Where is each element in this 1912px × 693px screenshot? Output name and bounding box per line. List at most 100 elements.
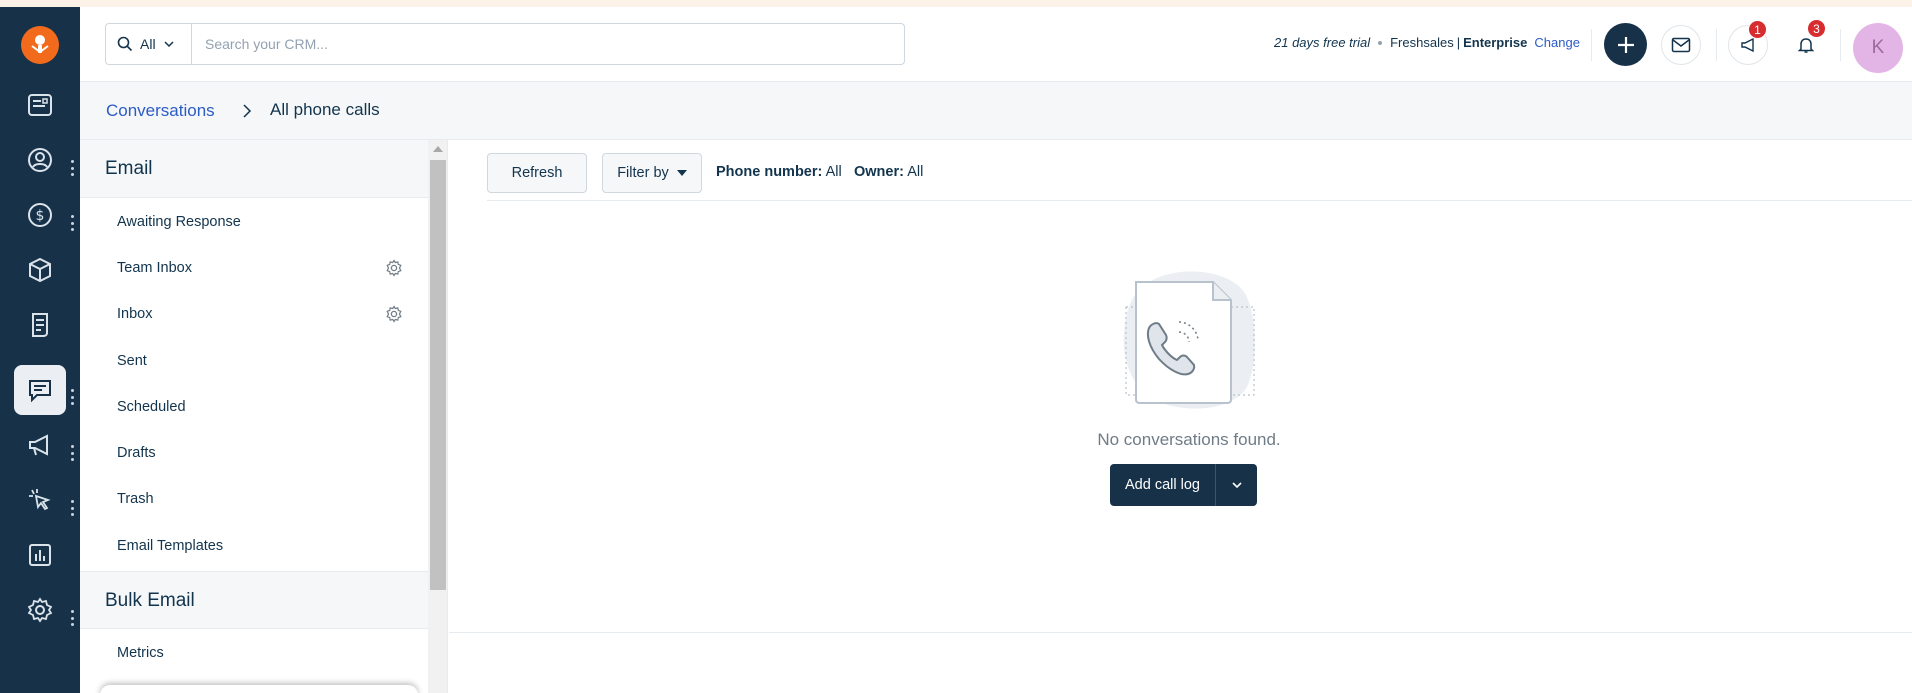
search-scope-label: All [140,36,156,52]
add-call-log-dropdown-toggle[interactable] [1216,464,1257,506]
main-content: Refresh Filter by Phone number: All Owne… [449,140,1912,693]
rail-more-automations[interactable] [70,500,74,516]
plan-separator: | [1456,35,1461,50]
breadcrumb-conversations-link[interactable]: Conversations [106,101,215,121]
header-divider [1591,29,1592,61]
sidebar-overflow-shadow [100,685,418,693]
sidebar-item-team-inbox[interactable]: Team Inbox [80,245,428,291]
search-icon [117,36,133,52]
sidebar-item-label: Team Inbox [117,260,192,276]
rail-item-contacts[interactable] [14,135,66,185]
box-icon [29,257,51,283]
chat-icon [29,380,51,403]
sidebar-item-inbox[interactable]: Inbox [80,291,428,337]
owner-filter: Owner: All [854,164,923,180]
mail-icon [1671,37,1691,53]
trial-info: 21 days free trial Freshsales | Enterpri… [1274,35,1580,50]
rail-item-deals[interactable]: $ [14,190,66,240]
rail-more-settings[interactable] [70,610,74,626]
add-call-log-split-button: Add call log [1110,464,1257,506]
document-icon [32,313,48,337]
rail-more-contacts[interactable] [70,160,74,176]
change-plan-link[interactable]: Change [1534,35,1580,50]
sidebar-item-label: Metrics [117,645,164,661]
plus-icon [1617,36,1634,53]
gear-icon[interactable] [385,259,403,277]
search-scope-dropdown[interactable]: All [106,24,192,64]
user-avatar[interactable]: K [1853,23,1903,73]
header-divider [1716,29,1717,61]
empty-state-message: No conversations found. [1097,430,1281,449]
trial-days-text: 21 days free trial [1274,35,1371,50]
rail-more-conversations[interactable] [70,389,74,405]
chevron-right-icon [243,104,252,118]
sidebar-item-label: Inbox [117,306,153,322]
sidebar-item-label: Drafts [117,445,156,461]
sidebar-item-label: Scheduled [117,399,186,415]
dollar-icon: $ [28,203,52,227]
email-section-title: Email [105,158,153,179]
rail-item-automations[interactable] [14,475,66,525]
empty-phone-calls-illustration [1123,271,1255,409]
chevron-down-icon [164,41,174,48]
gear-icon[interactable] [385,305,403,323]
sidebar-item-sent[interactable]: Sent [80,338,428,384]
gear-icon [27,597,53,623]
sidebar-item-label: Awaiting Response [117,214,241,230]
rail-item-settings[interactable] [14,585,66,635]
phone-number-filter-key: Phone number: [716,164,823,180]
sidebar-item-metrics[interactable]: Metrics [80,630,428,676]
sidebar-item-awaiting-response[interactable]: Awaiting Response [80,199,428,245]
sidebar-item-drafts[interactable]: Drafts [80,430,428,476]
contact-icon [28,148,52,172]
phone-number-filter: Phone number: All [716,164,842,180]
owner-filter-key: Owner: [854,164,904,180]
add-call-log-button[interactable]: Add call log [1110,464,1216,506]
breadcrumb: Conversations All phone calls [80,82,1912,140]
bell-icon [1797,38,1815,53]
sidebar-item-scheduled[interactable]: Scheduled [80,384,428,430]
email-section-header: Email [80,140,428,198]
global-search: All [105,23,905,65]
scrollbar-thumb[interactable] [430,160,446,590]
email-button[interactable] [1661,25,1701,65]
quick-add-button[interactable] [1604,23,1647,66]
conversations-sidebar: Email Awaiting Response Team Inbox Inbox… [80,140,428,693]
sidebar-scrollbar[interactable] [428,140,448,693]
sidebar-item-label: Trash [117,491,154,507]
rail-item-conversations[interactable] [14,365,66,415]
filter-by-label: Filter by [617,165,669,181]
refresh-button[interactable]: Refresh [487,153,587,193]
filter-by-button[interactable]: Filter by [602,153,702,193]
phone-number-filter-value: All [825,164,842,180]
rail-more-campaigns[interactable] [70,445,74,461]
header-divider [1840,29,1841,61]
content-divider [449,632,1912,633]
freshsales-logo[interactable] [21,26,59,64]
sidebar-item-email-templates[interactable]: Email Templates [80,523,428,569]
rail-item-reports[interactable] [14,530,66,580]
top-header: All 21 days free trial Freshsales | Ente… [80,7,1912,82]
rail-item-dashboard[interactable] [14,80,66,130]
rail-more-deals[interactable] [70,215,74,231]
report-icon [29,544,51,566]
top-strip [0,0,1912,7]
svg-text:$: $ [36,208,45,224]
rail-item-quotes[interactable] [14,300,66,350]
bulk-email-section-header: Bulk Email [80,571,428,629]
scroll-up-arrow-icon[interactable] [433,146,443,152]
bulk-email-section-title: Bulk Email [105,590,195,611]
rail-item-products[interactable] [14,245,66,295]
caret-down-icon [676,170,687,176]
plan-name: Enterprise [1463,35,1528,50]
search-input[interactable] [192,24,904,64]
notification-badge: 3 [1807,19,1826,38]
campaign-updates-button[interactable]: 1 [1728,20,1768,65]
rail-item-campaigns[interactable] [14,420,66,470]
owner-filter-value: All [907,164,924,180]
notifications-button[interactable]: 3 [1786,19,1826,65]
sidebar-item-label: Sent [117,353,147,369]
logo-mark-icon [31,35,49,54]
sidebar-item-trash[interactable]: Trash [80,476,428,522]
cursor-click-icon [29,489,51,511]
